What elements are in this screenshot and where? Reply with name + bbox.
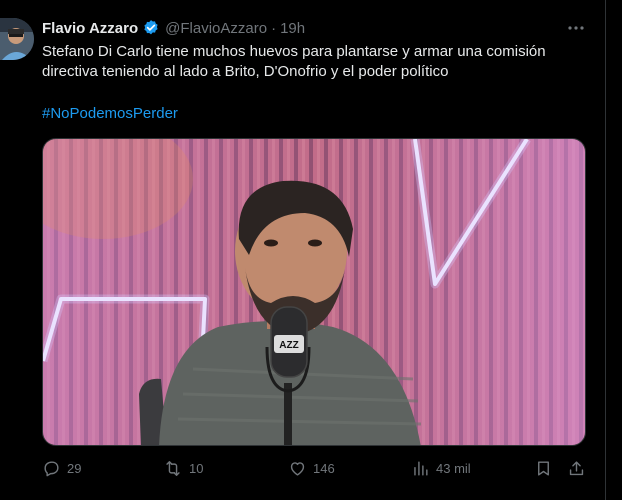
views-icon — [414, 460, 428, 476]
separator-dot: · — [271, 19, 277, 37]
hashtag-link[interactable]: #NoPodemosPerder — [42, 105, 178, 122]
like-count: 146 — [313, 460, 335, 476]
bookmark-icon — [538, 460, 549, 476]
heart-icon — [290, 461, 305, 476]
timeline-border — [605, 0, 606, 500]
reply-icon — [44, 460, 59, 476]
tweet-header: Flavio Azzaro @FlavioAzzaro · 19h — [42, 17, 305, 39]
views-button[interactable]: 43 mil — [411, 456, 471, 480]
more-dots-icon[interactable] — [566, 19, 586, 37]
tweet-actions-bar: 29 10 146 43 mil — [42, 456, 590, 480]
tweet-text: Stefano Di Carlo tiene muchos huevos par… — [42, 43, 546, 80]
author-name[interactable]: Flavio Azzaro — [42, 20, 138, 37]
tweet-media-image[interactable]: AZZ — [42, 138, 586, 446]
reply-button[interactable]: 29 — [42, 456, 81, 480]
repost-count: 10 — [189, 460, 204, 476]
author-handle[interactable]: @FlavioAzzaro — [165, 20, 267, 37]
share-button[interactable] — [567, 456, 592, 480]
verified-badge-icon — [142, 19, 160, 37]
repost-button[interactable]: 10 — [163, 456, 203, 480]
like-button[interactable]: 146 — [288, 456, 335, 480]
views-count: 43 mil — [436, 460, 471, 476]
tweet-timestamp[interactable]: 19h — [280, 20, 305, 37]
share-icon — [569, 460, 584, 475]
avatar[interactable] — [0, 18, 34, 60]
mic-logo-text: AZZ — [279, 340, 298, 351]
reply-count: 29 — [67, 460, 82, 476]
repost-icon — [166, 460, 180, 476]
bookmark-button[interactable] — [534, 456, 559, 480]
